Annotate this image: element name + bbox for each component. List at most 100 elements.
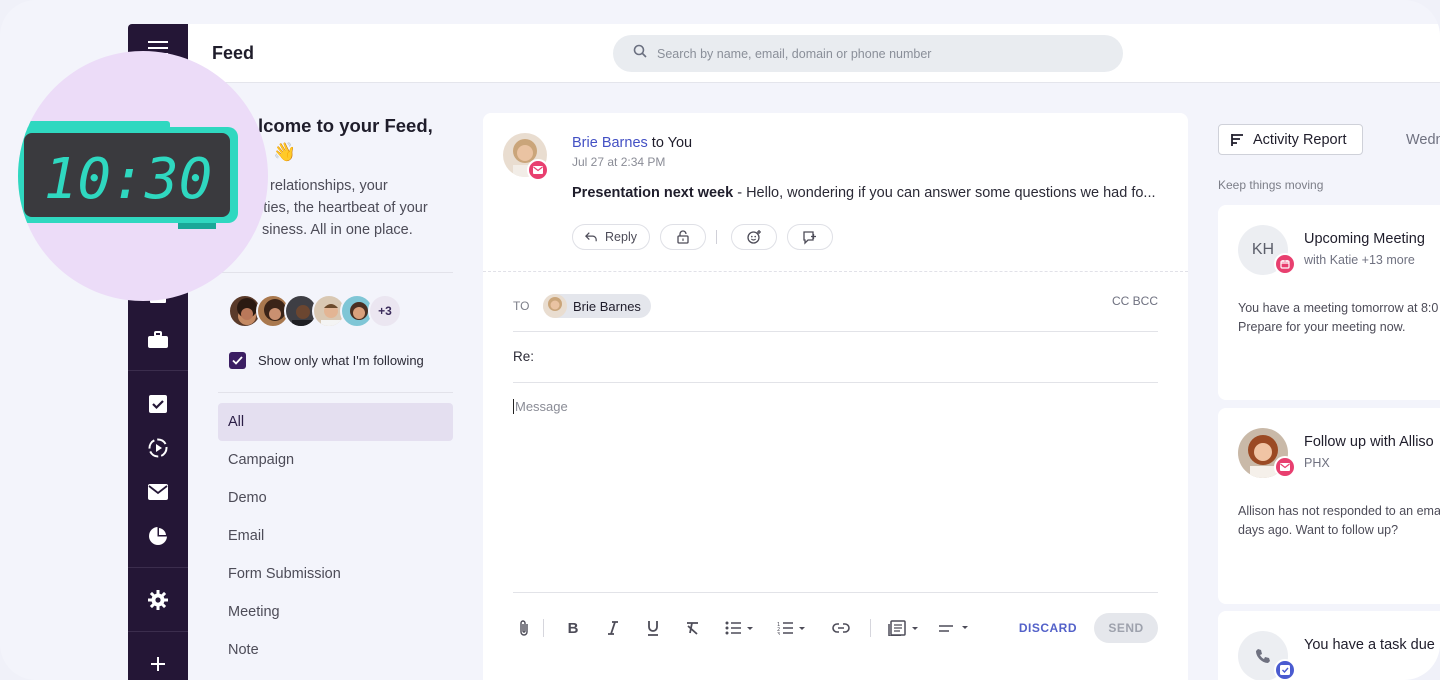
add-reaction-button[interactable]: [731, 224, 777, 250]
day-tab[interactable]: Wedn: [1406, 132, 1440, 148]
subject-separator: -: [733, 185, 747, 201]
search-icon: [633, 44, 647, 63]
card-body-line: Allison has not responded to an ema: [1238, 504, 1440, 518]
clock-badge: 10:30: [18, 51, 268, 301]
card-body-line: You have a meeting tomorrow at 8:0: [1238, 301, 1439, 315]
card-body: You have a meeting tomorrow at 8:0 Prepa…: [1238, 299, 1438, 337]
search-input[interactable]: [657, 46, 1097, 61]
emoji-add-icon: [747, 230, 761, 244]
filter-form-submission[interactable]: Form Submission: [218, 555, 453, 593]
nav-divider: [128, 631, 188, 632]
activity-card-meeting[interactable]: KH Upcoming Meeting with Katie +13 more …: [1218, 205, 1440, 400]
template-icon: [888, 620, 918, 636]
filter-meeting[interactable]: Meeting: [218, 593, 453, 631]
align-dropdown[interactable]: [935, 613, 975, 643]
divider: [513, 331, 1158, 332]
filter-campaign[interactable]: Campaign: [218, 441, 453, 479]
subject-field[interactable]: Re:: [513, 349, 534, 364]
activity-report-button[interactable]: Activity Report: [1218, 124, 1363, 155]
activity-report-label: Activity Report: [1253, 131, 1347, 148]
card-title: Upcoming Meeting: [1304, 231, 1425, 247]
sequence-play-icon[interactable]: [128, 434, 188, 462]
card-title: You have a task due: [1304, 637, 1435, 653]
attach-icon[interactable]: [513, 613, 535, 643]
to-label: TO: [513, 299, 530, 313]
feed-filters: All Campaign Demo Email Form Submission …: [218, 403, 453, 669]
card-body-line: Prepare for your meeting now.: [1238, 320, 1406, 334]
follow-label: Show only what I'm following: [258, 353, 424, 368]
task-badge-icon: [1274, 659, 1296, 680]
divider: [218, 272, 453, 273]
reply-icon: [585, 232, 597, 242]
card-body-line: days ago. Want to follow up?: [1238, 523, 1399, 537]
message-body-input[interactable]: Message: [513, 399, 568, 414]
gear-icon[interactable]: [128, 586, 188, 614]
reply-label: Reply: [605, 230, 637, 244]
divider: [513, 382, 1158, 383]
search-bar[interactable]: [613, 35, 1123, 72]
recipient-text: to You: [651, 135, 693, 151]
compose-toolbar: B 123 DISCARD SEND: [513, 613, 1158, 643]
toolbar-divider: [543, 619, 544, 637]
unlock-button[interactable]: [660, 224, 706, 250]
underline-icon[interactable]: [638, 613, 668, 643]
unlock-icon: [677, 230, 689, 244]
comment-add-icon: [803, 231, 816, 245]
section-label: Keep things moving: [1218, 178, 1324, 192]
mail-icon[interactable]: [128, 478, 188, 506]
post-timestamp: Jul 27 at 2:34 PM: [572, 155, 666, 169]
post-preview[interactable]: Presentation next week - Hello, wonderin…: [572, 185, 1156, 201]
recipient-avatar: [543, 294, 567, 318]
filter-email[interactable]: Email: [218, 517, 453, 555]
numbered-list-dropdown[interactable]: 123: [772, 613, 812, 643]
sender-name-link[interactable]: Brie Barnes: [572, 135, 648, 151]
post-header: Brie Barnes to You: [572, 135, 692, 151]
send-button[interactable]: SEND: [1094, 613, 1158, 643]
nav-divider: [128, 370, 188, 371]
activity-card-follow-up[interactable]: Follow up with Alliso PHX Allison has no…: [1218, 408, 1440, 604]
post-subject: Presentation next week: [572, 185, 734, 201]
bold-icon[interactable]: B: [558, 613, 588, 643]
briefcase-icon[interactable]: [128, 326, 188, 354]
toolbar-divider: [870, 619, 871, 637]
actions-divider: [716, 230, 717, 244]
page-title: Feed: [212, 43, 255, 63]
filter-all[interactable]: All: [218, 403, 453, 441]
template-dropdown[interactable]: [885, 613, 925, 643]
pie-chart-icon[interactable]: [128, 522, 188, 550]
task-check-icon[interactable]: [128, 390, 188, 418]
post-snippet: Hello, wondering if you can answer some …: [746, 185, 1156, 201]
filter-demo[interactable]: Demo: [218, 479, 453, 517]
recipient-chip[interactable]: Brie Barnes: [543, 294, 651, 318]
feed-email-card: Brie Barnes to You Jul 27 at 2:34 PM Pre…: [483, 113, 1188, 680]
follow-checkbox[interactable]: [229, 352, 246, 369]
divider: [218, 392, 453, 393]
discard-button[interactable]: DISCARD: [1019, 621, 1077, 635]
link-icon[interactable]: [826, 613, 856, 643]
filter-note[interactable]: Note: [218, 631, 453, 669]
calendar-badge-icon: [1274, 253, 1296, 275]
more-followers-count[interactable]: +3: [368, 294, 402, 328]
italic-icon[interactable]: [598, 613, 628, 643]
bullet-list-dropdown[interactable]: [720, 613, 760, 643]
clock-time: 10:30: [44, 147, 213, 212]
add-comment-button[interactable]: [787, 224, 833, 250]
top-header: Feed: [188, 24, 1440, 83]
following-avatars[interactable]: +3: [228, 294, 402, 328]
reply-button[interactable]: Reply: [572, 224, 650, 250]
cc-bcc-toggle[interactable]: CC BCC: [1112, 294, 1158, 308]
svg-text:3: 3: [777, 632, 780, 635]
clear-format-icon[interactable]: [678, 613, 708, 643]
digital-clock-icon: 10:30: [18, 121, 238, 229]
app-frame: Feed lcome to your Feed, 👋 relationships…: [0, 0, 1440, 680]
compose-divider: [483, 271, 1188, 272]
phone-icon: [1256, 649, 1270, 663]
add-icon[interactable]: [128, 650, 188, 678]
card-subtitle: with Katie +13 more: [1304, 253, 1415, 267]
activity-card-task[interactable]: You have a task due: [1218, 611, 1440, 680]
follow-filter[interactable]: Show only what I'm following: [229, 352, 424, 369]
divider: [513, 592, 1158, 593]
email-badge-icon: [1274, 456, 1296, 478]
nav-divider: [128, 567, 188, 568]
post-actions: Reply: [572, 224, 843, 250]
